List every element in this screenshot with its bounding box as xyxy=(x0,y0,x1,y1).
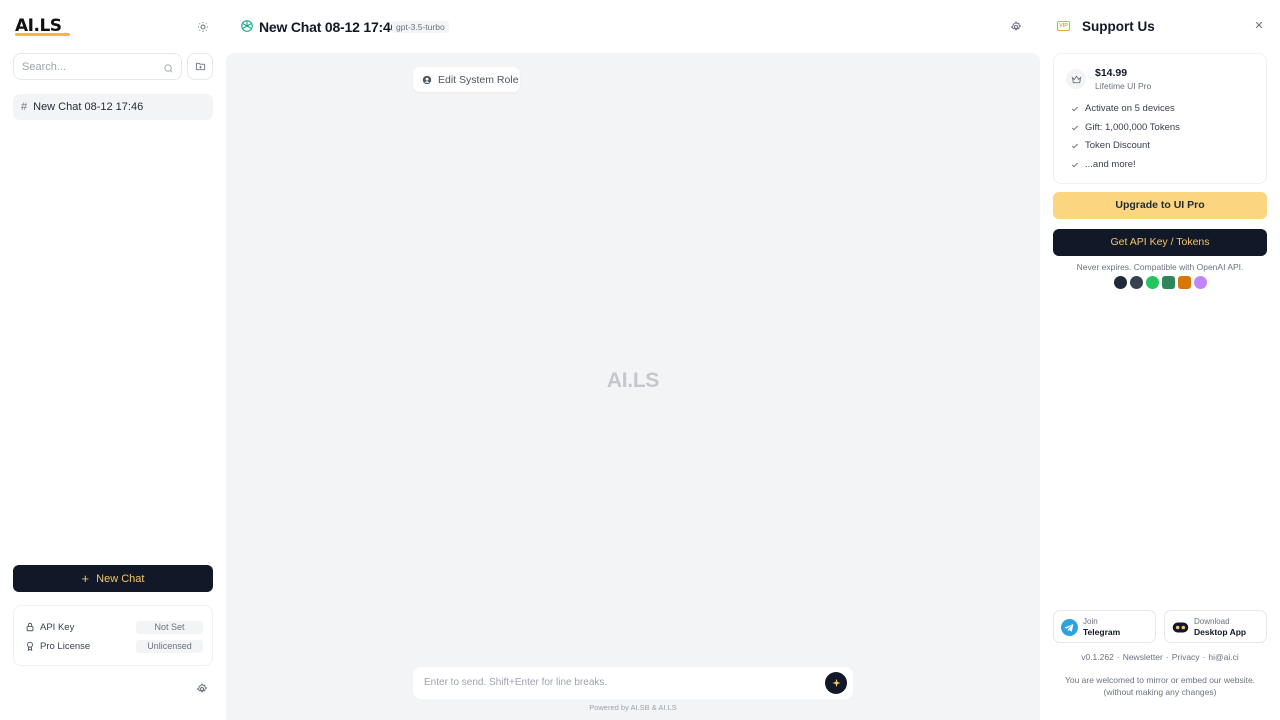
panda-icon[interactable] xyxy=(1130,276,1143,289)
newsletter-link[interactable]: Newsletter xyxy=(1123,652,1163,662)
pro-license-row[interactable]: Pro License Unlicensed xyxy=(25,639,203,653)
pro-license-status-badge: Unlicensed xyxy=(136,639,203,653)
feature-text: Gift: 1,000,000 Tokens xyxy=(1085,122,1180,133)
get-api-key-button[interactable]: Get API Key / Tokens xyxy=(1053,229,1267,256)
message-input-bar xyxy=(413,667,853,699)
sandwich-icon[interactable] xyxy=(1178,276,1191,289)
join-telegram-link[interactable]: Join Telegram xyxy=(1053,610,1156,643)
new-chat-button[interactable]: + New Chat xyxy=(13,565,213,592)
search-box xyxy=(13,53,182,80)
folder-plus-icon xyxy=(195,62,205,71)
feature-text: Token Discount xyxy=(1085,140,1150,151)
api-key-label: API Key xyxy=(40,621,75,633)
feature-item: Gift: 1,000,000 Tokens xyxy=(1071,122,1180,133)
edit-system-role-label: Edit System Role xyxy=(438,73,519,86)
pro-plan-card: $14.99 Lifetime UI Pro Activate on 5 dev… xyxy=(1053,53,1267,184)
footer-links: v0.1.262 · Newsletter · Privacy · hi@ai.ci xyxy=(1081,652,1239,662)
chat-list-item-title: New Chat 08-12 17:46 xyxy=(33,101,144,113)
search-icon[interactable] xyxy=(163,61,174,79)
feature-text: ...and more! xyxy=(1085,159,1136,170)
sidebar-settings-button[interactable] xyxy=(196,682,210,696)
api-key-row[interactable]: API Key Not Set xyxy=(25,620,203,634)
desktop-line1: Download xyxy=(1194,617,1230,626)
sidebar: AI.LS # New Chat 08-12 17:46 + New Chat … xyxy=(0,0,226,720)
edit-system-role-button[interactable]: Edit System Role xyxy=(413,67,520,92)
lock-icon xyxy=(25,622,37,632)
award-icon xyxy=(25,641,37,651)
new-chat-label: New Chat xyxy=(96,572,145,585)
api-key-status-badge: Not Set xyxy=(136,620,203,634)
mirror-note-line2: (without making any changes) xyxy=(1103,686,1217,697)
crown-icon xyxy=(1066,69,1086,89)
close-icon: ✕ xyxy=(1254,20,1264,32)
gear-icon xyxy=(1010,21,1022,31)
watermark-logo: AI.LS xyxy=(606,369,660,392)
feature-text: Activate on 5 devices xyxy=(1085,103,1175,114)
feature-item: ...and more! xyxy=(1071,159,1136,170)
support-panel: VIP Support Us ✕ $14.99 Lifetime UI Pro … xyxy=(1040,0,1280,720)
price-subtitle: Lifetime UI Pro xyxy=(1095,81,1152,91)
chat-area: Edit System Role AI.LS Powered by AI.SB … xyxy=(226,53,1040,720)
desktop-line2: Desktop App xyxy=(1194,627,1247,637)
check-icon xyxy=(1071,142,1080,150)
search-input[interactable] xyxy=(22,60,152,73)
user-circle-icon xyxy=(422,75,432,85)
check-icon xyxy=(1071,105,1080,113)
feature-item: Activate on 5 devices xyxy=(1071,103,1175,114)
email-link[interactable]: hi@ai.ci xyxy=(1208,652,1238,662)
download-desktop-link[interactable]: Download Desktop App xyxy=(1164,610,1267,643)
powered-by-text: Powered by AI.SB & AI.LS xyxy=(589,703,677,712)
message-input[interactable] xyxy=(424,676,814,690)
sparkle-icon xyxy=(831,678,841,687)
desktop-app-icon xyxy=(1172,622,1189,633)
new-folder-button[interactable] xyxy=(187,53,213,80)
openai-icon[interactable] xyxy=(1114,276,1127,289)
green-leaf-icon[interactable] xyxy=(1146,276,1159,289)
sun-icon xyxy=(198,22,208,32)
close-panel-button[interactable]: ✕ xyxy=(1253,20,1265,32)
version-text: v0.1.262 xyxy=(1081,652,1114,662)
telegram-line1: Join xyxy=(1083,617,1098,626)
privacy-link[interactable]: Privacy xyxy=(1172,652,1200,662)
telegram-icon xyxy=(1061,619,1078,636)
shield-icon[interactable] xyxy=(1162,276,1175,289)
chat-header: New Chat 08-12 17:46 gpt-3.5-turbo xyxy=(226,0,1040,53)
gear-icon xyxy=(196,683,208,693)
check-icon xyxy=(1071,124,1080,132)
mirror-note-line1: You are welcomed to mirror or embed our … xyxy=(1064,675,1256,685)
mirror-note: You are welcomed to mirror or embed our … xyxy=(1040,675,1280,698)
vip-icon: VIP xyxy=(1057,21,1070,31)
chat-title[interactable]: New Chat 08-12 17:46 xyxy=(259,19,398,35)
never-expires-text: Never expires. Compatible with OpenAI AP… xyxy=(1076,262,1244,272)
chat-list-item[interactable]: # New Chat 08-12 17:46 xyxy=(13,94,213,120)
status-card: API Key Not Set Pro License Unlicensed xyxy=(13,605,213,666)
hash-icon: # xyxy=(21,101,28,113)
provider-icons xyxy=(1114,276,1207,289)
upgrade-pro-button[interactable]: Upgrade to UI Pro xyxy=(1053,192,1267,219)
telegram-line2: Telegram xyxy=(1083,627,1121,637)
model-badge[interactable]: gpt-3.5-turbo xyxy=(392,21,449,33)
pro-license-label: Pro License xyxy=(40,640,91,652)
logo-underline xyxy=(15,33,70,36)
theme-toggle-button[interactable] xyxy=(194,18,212,36)
check-icon xyxy=(1071,161,1080,169)
support-title: Support Us xyxy=(1082,19,1155,34)
plus-icon: + xyxy=(81,571,90,586)
feature-item: Token Discount xyxy=(1071,140,1150,151)
send-button[interactable] xyxy=(825,672,847,694)
atom-icon[interactable] xyxy=(1194,276,1207,289)
openai-icon xyxy=(240,19,254,38)
chat-settings-button[interactable] xyxy=(1010,20,1022,38)
price: $14.99 xyxy=(1095,67,1128,79)
